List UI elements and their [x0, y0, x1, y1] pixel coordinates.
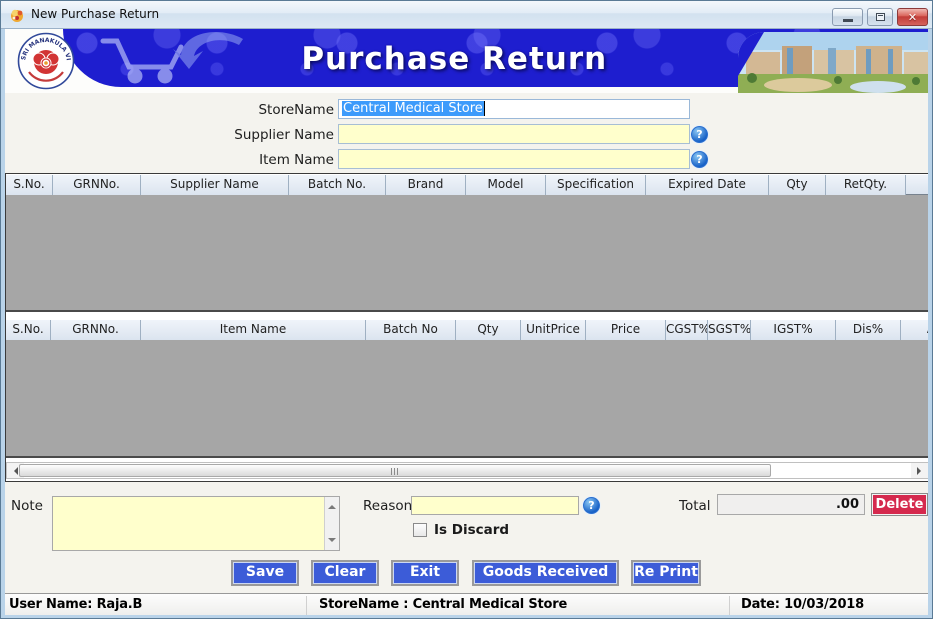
grn-column-header[interactable]: Brand: [386, 175, 466, 195]
reason-label: Reason: [363, 498, 413, 514]
page-title: Purchase Return: [301, 41, 608, 77]
grn-column-header[interactable]: Supplier Name: [141, 175, 289, 195]
scrollbar-thumb[interactable]: [19, 464, 771, 477]
maximize-button[interactable]: [867, 8, 893, 26]
clear-button[interactable]: Clear: [311, 560, 379, 586]
grn-column-header[interactable]: Specification: [546, 175, 646, 195]
note-label: Note: [11, 498, 43, 514]
action-button-row: Save Clear Exit Goods Received Re Print: [1, 560, 932, 587]
item-column-header[interactable]: UnitPrice: [521, 320, 586, 340]
app-icon: [11, 9, 23, 22]
storename-selected-text: Central Medical Store: [342, 101, 485, 116]
grn-column-header[interactable]: Qty: [769, 175, 826, 195]
status-separator: [729, 596, 730, 615]
total-input: [717, 494, 865, 515]
note-textarea[interactable]: [52, 496, 340, 551]
window-border-right: [928, 29, 932, 618]
storename-input[interactable]: Central Medical Store: [338, 99, 690, 119]
item-column-header[interactable]: Dis%: [836, 320, 901, 340]
grn-column-header[interactable]: GRNNo.: [53, 175, 141, 195]
grid-area: S.No. GRNNo. Supplier Name Batch No. Brand Mo…: [5, 173, 930, 482]
item-column-header[interactable]: S.No.: [6, 320, 51, 340]
grn-table-body[interactable]: [6, 195, 929, 310]
window-border-left: [1, 29, 5, 618]
item-table: S.No. GRNNo. Item Name Batch No Qty UnitPrice…: [6, 320, 929, 458]
scroll-left-icon: [10, 466, 18, 475]
save-button[interactable]: Save: [231, 560, 299, 586]
scroll-right-icon: [917, 466, 925, 475]
item-table-header: S.No. GRNNo. Item Name Batch No Qty UnitPrice…: [6, 320, 929, 340]
is-discard-checkbox[interactable]: [413, 523, 427, 537]
grn-column-header[interactable]: Batch No.: [289, 175, 386, 195]
grn-table: S.No. GRNNo. Supplier Name Batch No. Brand Mo…: [6, 175, 929, 312]
item-column-header[interactable]: Item Name: [141, 320, 366, 340]
item-column-header[interactable]: Price: [586, 320, 666, 340]
item-column-header[interactable]: GRNNo.: [51, 320, 141, 340]
close-button[interactable]: ✕: [897, 8, 928, 26]
title-bar: New Purchase Return ✕: [1, 1, 932, 29]
note-scroll-down-icon: [328, 538, 336, 546]
scroll-right-button[interactable]: [911, 463, 928, 478]
campus-photo: [738, 32, 928, 93]
grn-table-header: S.No. GRNNo. Supplier Name Batch No. Brand Mo…: [6, 175, 929, 195]
item-name-label: Item Name: [259, 152, 334, 168]
note-scrollbar[interactable]: [324, 497, 339, 550]
window-border-bottom: [1, 615, 932, 618]
status-bar: User Name: Raja.B StoreName : Central Me…: [1, 593, 932, 617]
goods-received-button[interactable]: Goods Received: [472, 560, 619, 586]
status-user-name: User Name: Raja.B: [9, 597, 143, 612]
item-column-header[interactable]: IGST%: [751, 320, 836, 340]
reason-help-icon[interactable]: ?: [583, 497, 600, 514]
status-separator: [306, 596, 307, 615]
total-label: Total: [679, 498, 711, 514]
horizontal-scrollbar[interactable]: [6, 462, 929, 479]
status-date: Date: 10/03/2018: [741, 597, 864, 612]
item-column-header[interactable]: Qty: [456, 320, 521, 340]
grn-column-header[interactable]: Model: [466, 175, 546, 195]
item-column-header[interactable]: CGST%: [666, 320, 708, 340]
reprint-button[interactable]: Re Print: [631, 560, 701, 586]
grn-column-header[interactable]: S.No.: [6, 175, 53, 195]
supplier-name-label: Supplier Name: [234, 127, 334, 143]
grn-column-header[interactable]: Expired Date: [646, 175, 769, 195]
item-column-header[interactable]: SGST%: [708, 320, 751, 340]
status-store-name: StoreName : Central Medical Store: [319, 597, 568, 612]
window-title: New Purchase Return: [31, 7, 160, 21]
supplier-name-input[interactable]: [338, 124, 690, 144]
is-discard-label: Is Discard: [434, 522, 510, 538]
reason-input[interactable]: [411, 496, 579, 515]
app-window: New Purchase Return ✕ Purchase Return SR…: [0, 0, 933, 619]
minimize-icon: [842, 19, 853, 22]
close-icon: ✕: [907, 10, 918, 24]
hospital-logo: SRI MANAKULA VINAYAGAR: [17, 32, 75, 90]
minimize-button[interactable]: [832, 8, 863, 26]
cart-return-icon: [100, 32, 243, 84]
item-column-header[interactable]: Amount: [901, 320, 929, 340]
grn-column-header[interactable]: RetQty.: [826, 175, 906, 195]
banner: Purchase Return SRI MANAKULA VI: [5, 29, 928, 93]
item-column-header[interactable]: Batch No: [366, 320, 456, 340]
exit-button[interactable]: Exit: [391, 560, 459, 586]
scrollbar-grip-icon: [391, 468, 399, 475]
supplier-help-icon[interactable]: ?: [691, 126, 708, 143]
storename-label: StoreName: [258, 102, 334, 118]
item-help-icon[interactable]: ?: [691, 151, 708, 168]
item-table-body[interactable]: [6, 340, 929, 456]
item-name-input[interactable]: [338, 149, 690, 169]
note-scroll-up-icon: [328, 501, 336, 509]
delete-button[interactable]: Delete: [871, 493, 928, 516]
maximize-icon: [875, 13, 885, 21]
